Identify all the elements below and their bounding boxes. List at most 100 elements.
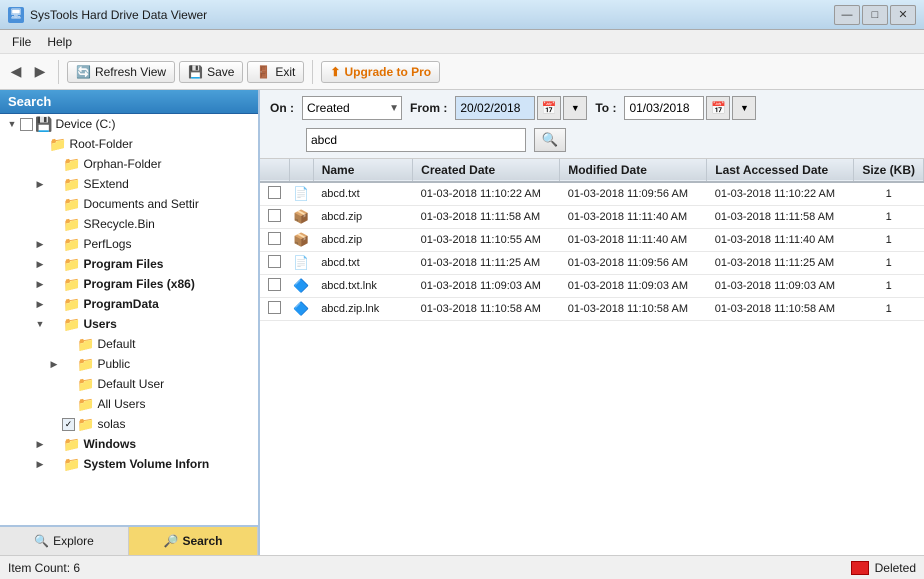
tree-toggle-icon[interactable]: ▶: [32, 296, 48, 312]
col-header-name[interactable]: Name: [313, 159, 412, 182]
tree-checkbox[interactable]: ✓: [62, 418, 75, 431]
nav-prev-button[interactable]: ◀: [6, 60, 26, 84]
maximize-button[interactable]: □: [862, 5, 888, 25]
row-filename: abcd.zip: [313, 229, 412, 252]
exit-button[interactable]: 🚪 Exit: [247, 61, 304, 83]
row-checkbox[interactable]: [268, 278, 281, 291]
table-row[interactable]: 🔷 abcd.zip.lnk 01-03-2018 11:10:58 AM 01…: [260, 298, 924, 321]
file-icon: 📄: [293, 255, 309, 270]
col-header-created[interactable]: Created Date: [413, 159, 560, 182]
tree-toggle-icon[interactable]: ▶: [32, 176, 48, 192]
row-checkbox[interactable]: [268, 186, 281, 199]
save-button[interactable]: 💾 Save: [179, 61, 243, 83]
to-dropdown-button[interactable]: ▼: [732, 96, 756, 120]
row-checkbox[interactable]: [268, 255, 281, 268]
tree-node-orphan-folder[interactable]: 📁Orphan-Folder: [0, 154, 258, 174]
tree-label: All Users: [97, 397, 145, 411]
upgrade-button[interactable]: ⬆ Upgrade to Pro: [321, 61, 440, 83]
row-checkbox-cell[interactable]: [260, 182, 289, 206]
tree-toggle-icon[interactable]: ▶: [32, 276, 48, 292]
tree-label: solas: [97, 417, 125, 431]
row-checkbox-cell[interactable]: [260, 206, 289, 229]
row-accessed-date: 01-03-2018 11:10:22 AM: [707, 182, 854, 206]
tree-node-all-users[interactable]: 📁All Users: [0, 394, 258, 414]
row-checkbox[interactable]: [268, 232, 281, 245]
tree-node-users[interactable]: ▼ 📁Users: [0, 314, 258, 334]
close-button[interactable]: ✕: [890, 5, 916, 25]
table-row[interactable]: 📦 abcd.zip 01-03-2018 11:10:55 AM 01-03-…: [260, 229, 924, 252]
row-checkbox-cell[interactable]: [260, 229, 289, 252]
row-size: 1: [854, 252, 924, 275]
folder-icon: 📁: [63, 296, 80, 313]
to-date-input[interactable]: [624, 96, 704, 120]
on-dropdown[interactable]: Created Modified Accessed: [302, 96, 402, 120]
tree-node-program-files[interactable]: ▶📁Program Files: [0, 254, 258, 274]
minimize-button[interactable]: —: [834, 5, 860, 25]
tree-node-default[interactable]: 📁Default: [0, 334, 258, 354]
tree-node-device-c[interactable]: ▼💾Device (C:): [0, 114, 258, 134]
refresh-button[interactable]: 🔄 Refresh View: [67, 61, 175, 83]
explore-tab[interactable]: 🔍 Explore: [0, 527, 129, 555]
tree-checkbox[interactable]: [20, 118, 33, 131]
menu-file[interactable]: File: [4, 33, 39, 51]
explore-tab-icon: 🔍: [34, 534, 49, 548]
tree-label: Users: [83, 317, 116, 331]
menu-help[interactable]: Help: [39, 33, 80, 51]
tree-node-program-files-x86[interactable]: ▶📁Program Files (x86): [0, 274, 258, 294]
row-size: 1: [854, 298, 924, 321]
search-input[interactable]: [306, 128, 526, 152]
tree-toggle-icon[interactable]: ▶: [32, 456, 48, 472]
folder-icon: 📁: [49, 136, 66, 153]
row-checkbox[interactable]: [268, 301, 281, 314]
folder-icon: 💾: [35, 116, 52, 133]
file-tree[interactable]: ▼💾Device (C:)📁Root-Folder📁Orphan-Folder▶…: [0, 114, 258, 525]
col-header-accessed[interactable]: Last Accessed Date: [707, 159, 854, 182]
from-dropdown-button[interactable]: ▼: [563, 96, 587, 120]
tree-toggle-icon[interactable]: ▼: [4, 116, 20, 132]
table-row[interactable]: 📄 abcd.txt 01-03-2018 11:11:25 AM 01-03-…: [260, 252, 924, 275]
tree-node-sextend[interactable]: ▶📁SExtend: [0, 174, 258, 194]
tree-node-system-volume[interactable]: ▶📁System Volume Inforn: [0, 454, 258, 474]
tree-label: Program Files (x86): [83, 277, 194, 291]
to-calendar-button[interactable]: 📅: [706, 96, 730, 120]
table-row[interactable]: 📦 abcd.zip 01-03-2018 11:11:58 AM 01-03-…: [260, 206, 924, 229]
to-date-wrapper: 📅 ▼: [624, 96, 756, 120]
folder-icon: 📁: [77, 396, 94, 413]
tree-node-default-user[interactable]: 📁Default User: [0, 374, 258, 394]
folder-icon: 📁: [63, 316, 80, 333]
tree-node-perflogs[interactable]: ▶📁PerfLogs: [0, 234, 258, 254]
tree-node-windows[interactable]: ▶📁Windows: [0, 434, 258, 454]
tree-toggle-icon[interactable]: ▼: [32, 316, 48, 332]
tree-node-programdata[interactable]: ▶📁ProgramData: [0, 294, 258, 314]
row-checkbox-cell[interactable]: [260, 298, 289, 321]
folder-icon: 📁: [63, 236, 80, 253]
tree-toggle-icon[interactable]: ▶: [32, 236, 48, 252]
col-header-size[interactable]: Size (KB): [854, 159, 924, 182]
tree-node-root-folder[interactable]: 📁Root-Folder: [0, 134, 258, 154]
tree-node-solas[interactable]: ✓📁solas: [0, 414, 258, 434]
row-filename: abcd.zip.lnk: [313, 298, 412, 321]
col-header-modified[interactable]: Modified Date: [560, 159, 707, 182]
row-icon-cell: 📦: [289, 206, 313, 229]
tree-label: Default: [97, 337, 135, 351]
tree-node-docs-settings[interactable]: 📁Documents and Settir: [0, 194, 258, 214]
from-date-input[interactable]: [455, 96, 535, 120]
nav-next-button[interactable]: ▶: [30, 60, 50, 84]
search-go-button[interactable]: 🔍: [534, 128, 566, 152]
row-checkbox-cell[interactable]: [260, 252, 289, 275]
tree-node-srecycle-bin[interactable]: 📁SRecycle.Bin: [0, 214, 258, 234]
row-checkbox-cell[interactable]: [260, 275, 289, 298]
row-checkbox[interactable]: [268, 209, 281, 222]
tree-node-public[interactable]: ▶📁Public: [0, 354, 258, 374]
row-accessed-date: 01-03-2018 11:09:03 AM: [707, 275, 854, 298]
tree-toggle-icon[interactable]: ▶: [46, 356, 62, 372]
folder-icon: 📁: [77, 416, 94, 433]
row-filename: abcd.txt.lnk: [313, 275, 412, 298]
table-row[interactable]: 📄 abcd.txt 01-03-2018 11:10:22 AM 01-03-…: [260, 182, 924, 206]
tree-toggle-icon[interactable]: ▶: [32, 256, 48, 272]
folder-icon: 📁: [63, 156, 80, 173]
tree-toggle-icon[interactable]: ▶: [32, 436, 48, 452]
table-row[interactable]: 🔷 abcd.txt.lnk 01-03-2018 11:09:03 AM 01…: [260, 275, 924, 298]
from-calendar-button[interactable]: 📅: [537, 96, 561, 120]
search-tab[interactable]: 🔎 Search: [129, 527, 258, 555]
